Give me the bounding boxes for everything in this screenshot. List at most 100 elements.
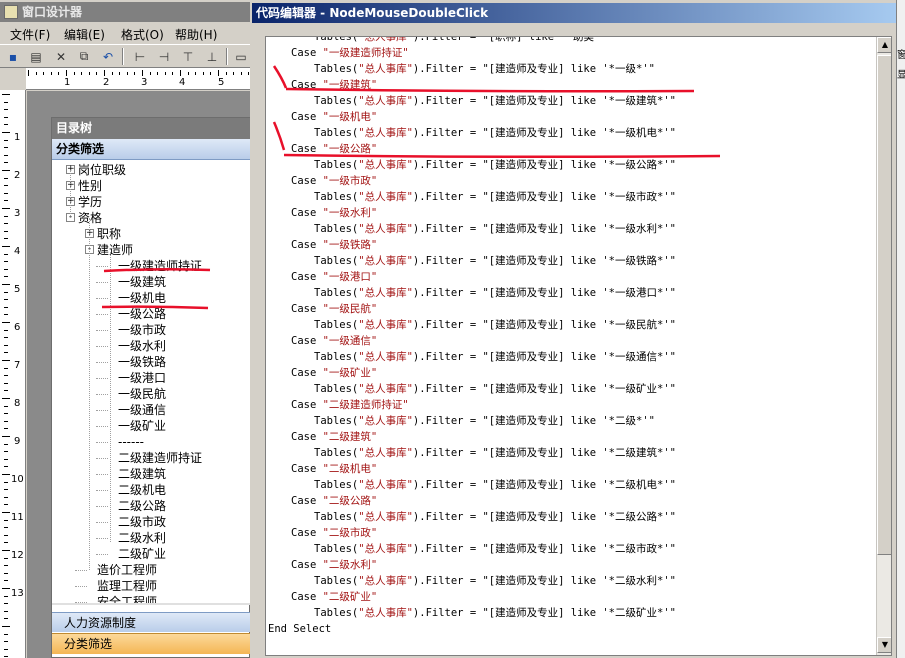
code-line[interactable]: Case "二级公路" (291, 493, 377, 509)
code-line[interactable]: Tables("总人事库").Filter = "[建造师及专业] like '… (314, 477, 676, 493)
designer-toolbar: ▪ ▤ ✕ ⧉ ↶ ⊢ ⊣ ⊤ ⊥ ▭ (0, 44, 250, 68)
tree-node-label[interactable]: 二级建筑 (118, 466, 166, 482)
scroll-down-arrow-icon[interactable]: ▼ (877, 637, 891, 653)
tree-node-label[interactable]: 性别 (78, 178, 102, 194)
tree-node-label[interactable]: 造价工程师 (97, 562, 157, 578)
align-right-icon[interactable]: ⊣ (155, 48, 173, 65)
save-icon[interactable]: ▪ (4, 48, 22, 65)
ruler-tick (142, 70, 143, 76)
scroll-up-arrow-icon[interactable]: ▲ (877, 37, 891, 53)
code-line[interactable]: Tables("总人事库").Filter = "[建造师及专业] like '… (314, 221, 676, 237)
ruler-tick (4, 420, 8, 422)
tree-node-label[interactable]: 二级公路 (118, 498, 166, 514)
code-line[interactable]: Tables("总人事库").Filter = "[建造师及专业] like '… (314, 349, 676, 365)
code-line[interactable]: Tables("总人事库").Filter = "[建造师及专业] like '… (314, 605, 676, 621)
tree-node-label[interactable]: 一级民航 (118, 386, 166, 402)
category-tree[interactable]: + 岗位职级 + 性别 + 学历 - 资格 + 职称 - 建造师 一级建造师持证 一级建筑 一级机电 一级公路… (56, 160, 250, 603)
tree-group-header[interactable]: 分类筛选 (52, 139, 250, 160)
tree-node-label[interactable]: 职称 (97, 226, 121, 242)
tree-node-label[interactable]: ------ (118, 434, 144, 450)
tree-node-label[interactable]: 岗位职级 (78, 162, 126, 178)
ruler-tick (4, 314, 8, 316)
tree-node-label[interactable]: 二级水利 (118, 530, 166, 546)
code-line[interactable]: Case "一级铁路" (291, 237, 377, 253)
code-text: ).Filter = "[职称] like '*助类*'" (412, 36, 613, 43)
code-line[interactable]: Tables("总人事库").Filter = "[建造师及专业] like '… (314, 573, 676, 589)
code-line[interactable]: Case "一级矿业" (291, 365, 377, 381)
ruler-tick (58, 72, 60, 75)
code-line[interactable]: Case "一级水利" (291, 205, 377, 221)
ruler-tick (2, 512, 10, 513)
code-line[interactable]: Case "一级港口" (291, 269, 377, 285)
code-line[interactable]: Tables("总人事库").Filter = "[建造师及专业] like '… (314, 253, 676, 269)
undo-icon[interactable]: ↶ (99, 48, 117, 65)
tree-node-label[interactable]: 一级港口 (118, 370, 166, 386)
code-line[interactable]: Tables("总人事库").Filter = "[建造师及专业] like '… (314, 189, 676, 205)
code-line[interactable]: Tables("总人事库").Filter = "[建造师及专业] like '… (314, 317, 676, 333)
code-line[interactable]: Tables("总人事库").Filter = "[建造师及专业] like '… (314, 509, 676, 525)
code-line[interactable]: Case "二级建筑" (291, 429, 377, 445)
ruler-tick (4, 268, 8, 270)
tree-node-label[interactable]: 一级市政 (118, 322, 166, 338)
ruler-tick (81, 72, 83, 75)
align-bottom-icon[interactable]: ⊥ (203, 48, 221, 65)
code-line[interactable]: Tables("总人事库").Filter = "[建造师及专业] like '… (314, 285, 676, 301)
code-line[interactable]: Case "二级水利" (291, 557, 377, 573)
code-string: "总人事库" (358, 319, 413, 331)
tree-node-label[interactable]: 资格 (78, 210, 102, 226)
align-top-icon[interactable]: ⊤ (179, 48, 197, 65)
tree-node-label[interactable]: 一级铁路 (118, 354, 166, 370)
code-line[interactable]: Case "二级建造师持证" (291, 397, 409, 413)
code-line[interactable]: Case "一级民航" (291, 301, 377, 317)
tab-category-filter[interactable]: 分类筛选 (52, 633, 250, 654)
tree-node-label[interactable]: 监理工程师 (97, 578, 157, 594)
tree-horizontal-scrollbar[interactable] (52, 603, 250, 605)
code-line[interactable]: Case "二级市政" (291, 525, 377, 541)
ruler-tick (111, 72, 113, 75)
code-line[interactable]: Tables("总人事库").Filter = "[建造师及专业] like '… (314, 381, 676, 397)
menu-file[interactable]: 文件(F) (10, 26, 50, 43)
tree-node-label[interactable]: 建造师 (97, 242, 133, 258)
vertical-scrollbar[interactable]: ▲ ▼ (876, 37, 891, 655)
menu-edit[interactable]: 编辑(E) (64, 26, 105, 43)
tree-guide (96, 394, 108, 395)
tree-node-label[interactable]: 一级矿业 (118, 418, 166, 434)
menu-help[interactable]: 帮助(H) (175, 26, 217, 43)
menu-format[interactable]: 格式(O) (121, 26, 164, 43)
ruler-tick (4, 565, 8, 567)
tree-node-label[interactable]: 二级市政 (118, 514, 166, 530)
scroll-thumb[interactable] (877, 55, 891, 555)
editor-title: 代码编辑器 - NodeMouseDoubleClick (252, 3, 896, 23)
ruler-tick (4, 253, 8, 255)
tree-node-label[interactable]: 安全工程师 (97, 594, 157, 603)
layout-icon[interactable]: ▭ (232, 48, 250, 65)
side-label: 窗 (897, 50, 905, 61)
ruler-tick (4, 337, 8, 339)
tab-hr-policy[interactable]: 人力资源制度 (52, 612, 250, 632)
tree-node-label[interactable]: 二级机电 (118, 482, 166, 498)
ruler-tick (4, 466, 8, 468)
tree-node-label[interactable]: 一级水利 (118, 338, 166, 354)
ruler-tick (4, 451, 8, 453)
code-line[interactable]: Tables("总人事库").Filter = "[职称] like '*助类*… (314, 36, 613, 45)
code-line[interactable]: Case "一级市政" (291, 173, 377, 189)
code-line[interactable]: Case "二级机电" (291, 461, 377, 477)
code-line[interactable]: Tables("总人事库").Filter = "[建造师及专业] like '… (314, 541, 676, 557)
tree-guide (96, 538, 108, 539)
code-line[interactable]: Tables("总人事库").Filter = "[建造师及专业] like '… (314, 413, 655, 429)
save-all-icon[interactable]: ▤ (27, 48, 45, 65)
ruler-tick (96, 72, 98, 75)
code-line[interactable]: End Select (268, 621, 331, 637)
code-line[interactable]: Case "一级通信" (291, 333, 377, 349)
tree-node-label[interactable]: 二级矿业 (118, 546, 166, 562)
cut-icon[interactable]: ✕ (52, 48, 70, 65)
tree-node-label[interactable]: 一级通信 (118, 402, 166, 418)
tree-node-label[interactable]: 学历 (78, 194, 102, 210)
copy-icon[interactable]: ⧉ (75, 48, 93, 65)
tree-guide (70, 170, 71, 218)
align-left-icon[interactable]: ⊢ (131, 48, 149, 65)
code-line[interactable]: Case "一级建造师持证" (291, 45, 409, 61)
code-line[interactable]: Case "二级矿业" (291, 589, 377, 605)
tree-node-label[interactable]: 二级建造师持证 (118, 450, 202, 466)
code-line[interactable]: Tables("总人事库").Filter = "[建造师及专业] like '… (314, 445, 676, 461)
